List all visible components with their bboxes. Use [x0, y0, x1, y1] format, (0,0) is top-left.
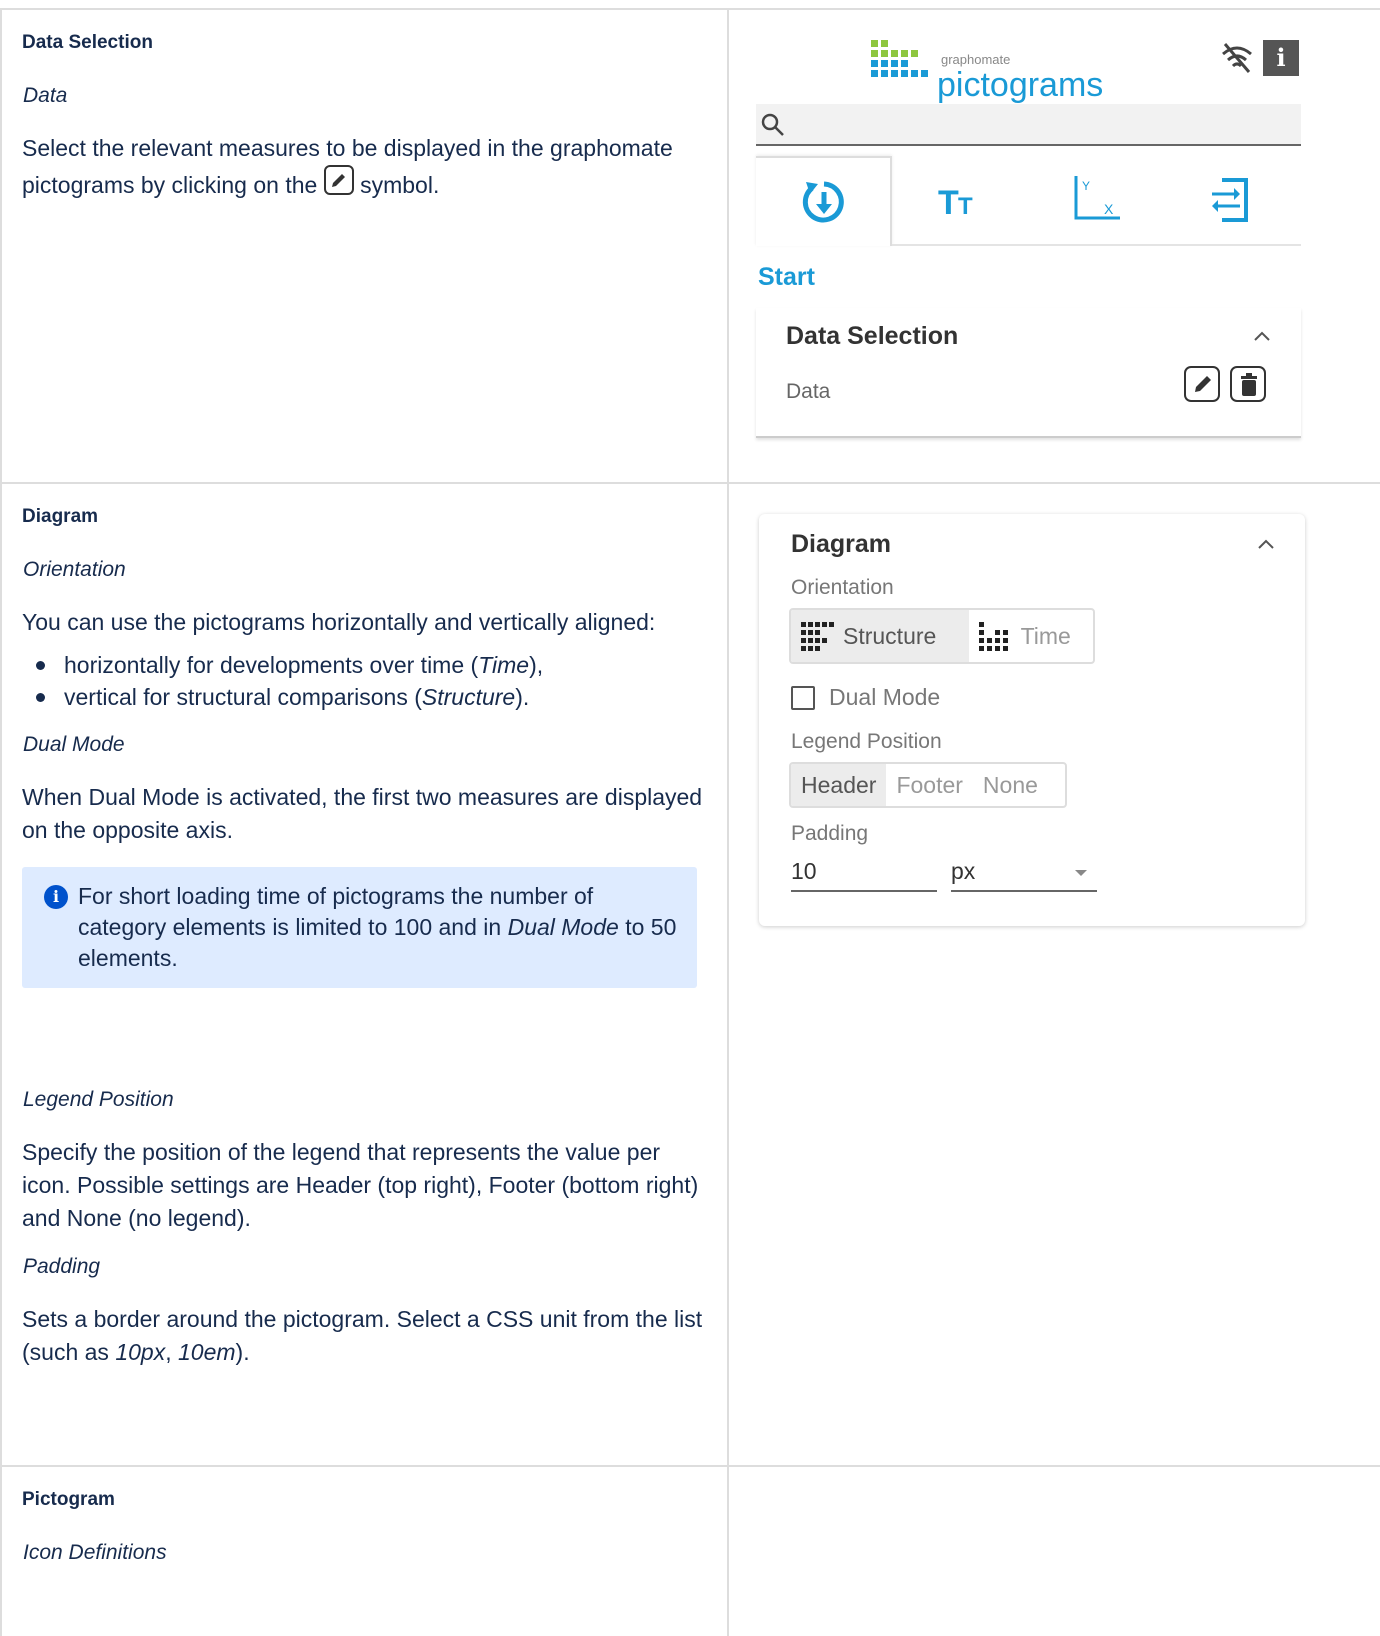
- svg-text:X: X: [1104, 201, 1114, 217]
- paragraph: You can use the pictograms horizontally …: [22, 609, 656, 635]
- info-panel: i For short loading time of pictograms t…: [22, 867, 697, 988]
- pencil-icon: [323, 165, 354, 195]
- legend-footer-button[interactable]: Footer: [886, 764, 972, 806]
- subheading: Legend Position: [23, 1088, 174, 1111]
- legend-none-button[interactable]: None: [973, 764, 1048, 806]
- text-size-icon: T T: [938, 184, 973, 222]
- pictogram-text-cell: Pictogram Icon Definitions: [0, 1465, 729, 1636]
- dual-mode-checkbox[interactable]: Dual Mode: [791, 684, 940, 711]
- card-title: Data Selection: [786, 322, 959, 350]
- paragraph: When Dual Mode is activated, the first t…: [22, 784, 703, 843]
- tab-axis[interactable]: Y X: [1028, 156, 1164, 246]
- start-label: Start: [758, 263, 815, 291]
- pencil-icon: [1195, 376, 1211, 392]
- orientation-structure-button[interactable]: Structure: [791, 610, 969, 662]
- section-heading: Pictogram: [22, 1489, 115, 1510]
- padding-input[interactable]: 10: [791, 854, 937, 892]
- axis-icon: Y X: [1074, 176, 1120, 220]
- list-item: vertical for structural comparisons (Str…: [36, 681, 709, 713]
- svg-text:T: T: [958, 193, 973, 220]
- svg-text:Y: Y: [1082, 179, 1090, 193]
- orientation-toggle: Structure Time: [789, 608, 1095, 664]
- subheading: Padding: [23, 1255, 101, 1278]
- wifi-off-icon[interactable]: [1219, 40, 1255, 76]
- orientation-label: Orientation: [791, 576, 894, 599]
- subheading: Icon Definitions: [23, 1541, 167, 1564]
- legend-position-label: Legend Position: [791, 730, 942, 753]
- paragraph: Sets a border around the pictogram. Sele…: [22, 1306, 703, 1365]
- checkbox-box[interactable]: [791, 685, 815, 710]
- diagram-screenshot-cell: Diagram Orientation Structure Time Dual …: [727, 482, 1380, 1467]
- chevron-up-icon[interactable]: [1253, 330, 1271, 342]
- tab-text[interactable]: T T: [892, 156, 1028, 246]
- trash-icon: [1241, 373, 1257, 396]
- logo-title: pictograms: [937, 66, 1104, 104]
- subheading: Dual Mode: [23, 733, 125, 756]
- legend-position-toggle: Header Footer None: [789, 762, 1067, 808]
- data-selection-text-cell: Data Selection Data Select the relevant …: [0, 8, 729, 484]
- legend-header-button[interactable]: Header: [791, 764, 887, 806]
- section-heading: Data Selection: [22, 32, 153, 53]
- tab-start[interactable]: [756, 156, 892, 246]
- search-input[interactable]: [756, 104, 1301, 146]
- paragraph: Specify the position of the legend that …: [22, 1139, 699, 1231]
- dropdown-arrow-icon: [1075, 870, 1087, 876]
- diagram-card: Diagram Orientation Structure Time Dual …: [759, 514, 1305, 926]
- export-icon: [1212, 178, 1248, 222]
- info-icon: i: [44, 885, 68, 909]
- search-icon: [761, 113, 784, 136]
- chevron-up-icon[interactable]: [1257, 538, 1275, 550]
- logo-small-text: graphomate: [941, 52, 1011, 67]
- edit-button[interactable]: [1184, 366, 1220, 402]
- paragraph: Select the relevant measures to be displ…: [22, 135, 673, 198]
- section-heading: Diagram: [22, 506, 99, 527]
- svg-text:T: T: [938, 184, 959, 222]
- tab-bar: T T Y X: [756, 156, 1301, 246]
- info-button[interactable]: i: [1263, 40, 1299, 76]
- pictogram-logo-icon: [871, 40, 928, 77]
- orientation-time-button[interactable]: Time: [969, 610, 1093, 662]
- padding-label: Padding: [791, 822, 869, 845]
- time-bars-icon: [978, 622, 1008, 651]
- diagram-text-cell: Diagram Orientation You can use the pict…: [0, 482, 729, 1467]
- refresh-download-icon: [802, 181, 844, 223]
- subheading: Data: [23, 84, 68, 107]
- tab-export[interactable]: [1164, 156, 1300, 246]
- pictogram-screenshot-cell: [727, 1465, 1380, 1636]
- documentation-table: Data Selection Data Select the relevant …: [0, 8, 1380, 1636]
- data-label: Data: [786, 380, 831, 403]
- subheading: Orientation: [23, 558, 126, 581]
- structure-icon: [801, 622, 834, 651]
- delete-button[interactable]: [1230, 366, 1266, 402]
- data-selection-card: Data Selection Data: [756, 308, 1301, 438]
- list-item: horizontally for developments over time …: [36, 649, 709, 681]
- bullet-list: horizontally for developments over time …: [36, 649, 709, 713]
- tab-divider: [892, 244, 1301, 246]
- padding-unit-select[interactable]: px: [951, 854, 1097, 892]
- card-title: Diagram: [791, 530, 892, 558]
- data-selection-screenshot-cell: graphomate pictograms i T T Y X Start Da…: [727, 8, 1380, 484]
